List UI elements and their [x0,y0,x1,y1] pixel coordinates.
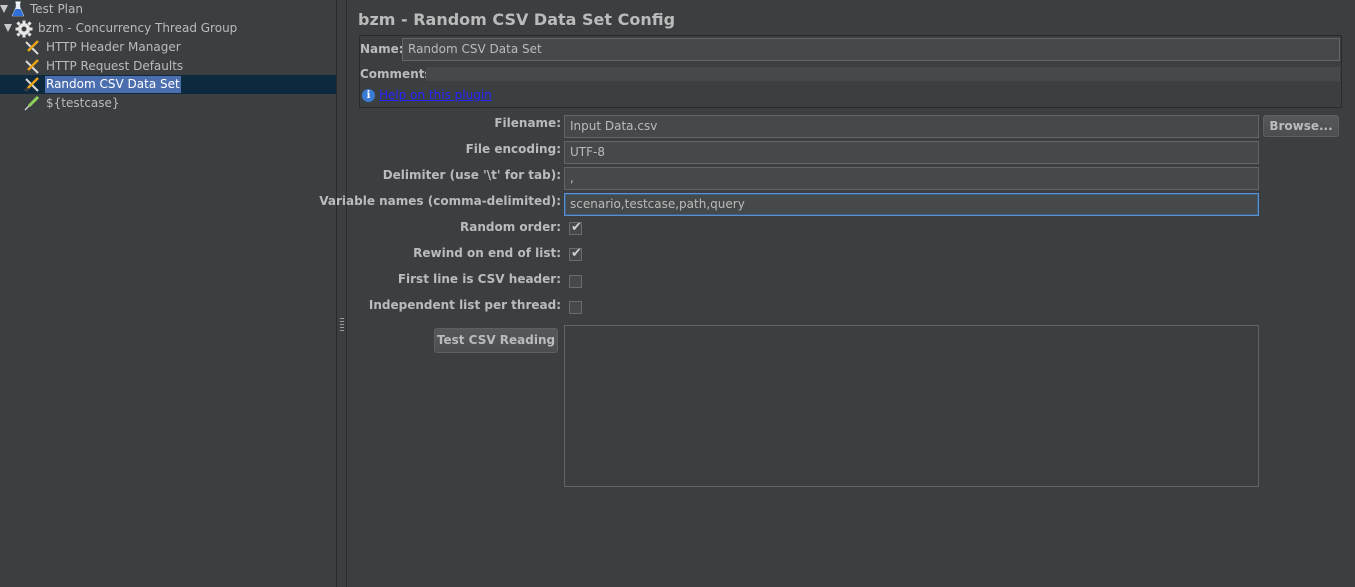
delimiter-field[interactable]: , [564,167,1259,190]
tree-item-http-header-manager[interactable]: HTTP Header Manager [0,38,336,57]
wrench-screwdriver-icon [23,58,41,76]
random-order-checkbox[interactable]: ✔ [569,220,582,235]
splitter-grip-icon[interactable] [340,318,344,332]
comments-label: Comments: [360,67,437,81]
test-csv-reading-button[interactable]: Test CSV Reading [434,328,558,353]
collapse-arrow-icon[interactable] [0,5,8,13]
pipette-icon [23,95,41,113]
comments-field[interactable] [426,67,1340,81]
tree-item-testcase[interactable]: ${testcase} [0,94,336,113]
test-plan-tree[interactable]: Test Plan bzm - Concurrency Thread Group… [0,0,336,587]
file-encoding-field[interactable]: UTF-8 [564,141,1259,164]
file-encoding-label: File encoding: [465,142,561,156]
wrench-screwdriver-icon [23,76,41,94]
panel-splitter[interactable] [336,0,347,587]
tree-item-label: bzm - Concurrency Thread Group [38,21,238,35]
browse-button[interactable]: Browse... [1263,115,1339,137]
variable-names-label: Variable names (comma-delimited): [319,194,561,208]
tree-item-label: Test Plan [30,2,83,16]
name-field[interactable]: Random CSV Data Set [402,38,1340,61]
variable-names-field[interactable]: scenario,testcase,path,query [564,193,1259,216]
filename-field[interactable]: Input Data.csv [564,115,1259,138]
tree-item-label: ${testcase} [46,96,120,110]
rewind-checkbox[interactable]: ✔ [569,246,582,261]
tree-item-test-plan[interactable]: Test Plan [0,0,336,19]
page-title: bzm - Random CSV Data Set Config [358,10,676,29]
checkmark-icon: ✔ [571,246,582,261]
first-line-header-checkbox[interactable] [569,275,582,288]
tree-item-label: HTTP Request Defaults [46,59,184,73]
first-line-header-label: First line is CSV header: [397,272,561,286]
rewind-label: Rewind on end of list: [413,246,561,260]
delimiter-label: Delimiter (use '\t' for tab): [382,168,561,182]
gear-icon [15,20,33,38]
flask-icon [10,1,28,19]
independent-list-checkbox[interactable] [569,301,582,314]
name-label: Name: [360,42,404,56]
csv-output-area[interactable] [564,325,1259,487]
help-link[interactable]: Help on this plugin [379,88,492,102]
app-window: Test Plan bzm - Concurrency Thread Group… [0,0,1355,587]
tree-item-http-request-defaults[interactable]: HTTP Request Defaults [0,57,336,76]
independent-list-label: Independent list per thread: [368,298,561,312]
info-icon: i [362,89,375,102]
tree-item-random-csv-data-set[interactable]: Random CSV Data Set [0,75,336,94]
tree-item-label: HTTP Header Manager [46,40,181,54]
config-panel: bzm - Random CSV Data Set Config Name: R… [319,0,1355,587]
tree-item-thread-group[interactable]: bzm - Concurrency Thread Group [0,19,336,38]
collapse-arrow-icon[interactable] [4,24,12,32]
checkmark-icon: ✔ [571,220,582,235]
wrench-screwdriver-icon [23,39,41,57]
tree-item-label: Random CSV Data Set [45,76,181,93]
filename-label: Filename: [494,116,561,130]
random-order-label: Random order: [459,220,561,234]
